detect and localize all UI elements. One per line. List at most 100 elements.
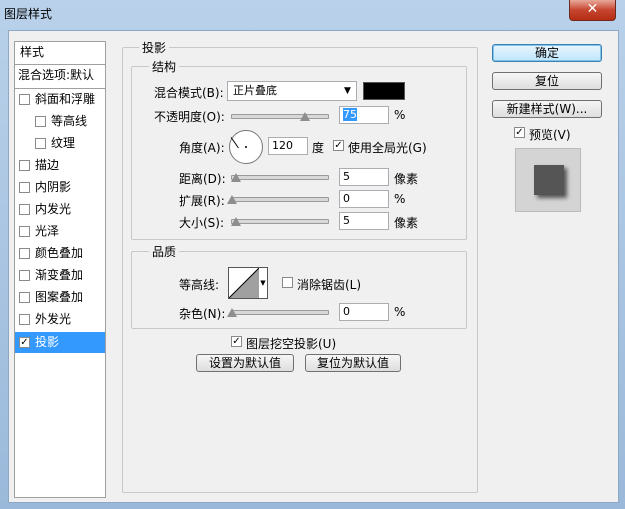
contour-dropdown-arrow[interactable]: ▼ (259, 267, 268, 299)
structure-title: 结构 (149, 58, 180, 75)
style-item-label: 投影 (35, 335, 60, 349)
opacity-slider[interactable] (231, 114, 329, 119)
contour-label: 等高线: (179, 278, 220, 292)
reset-button[interactable]: 复位 (492, 72, 602, 90)
style-item-label: 光泽 (35, 224, 60, 238)
shadow-color-swatch[interactable] (363, 82, 405, 100)
style-item-inner-shadow[interactable]: 内阴影 (15, 177, 105, 198)
outer-glow-checkbox[interactable] (19, 314, 30, 325)
style-item-label: 斜面和浮雕 (35, 92, 96, 106)
style-item-label: 内发光 (35, 202, 72, 216)
dialog-body: 样式 混合选项:默认 斜面和浮雕 等高线 纹理 描边 内阴影 内发光 光泽 颜色… (8, 30, 619, 503)
size-unit: 像素 (394, 216, 419, 230)
quality-title: 品质 (149, 243, 180, 260)
chevron-down-icon: ▼ (344, 86, 351, 96)
style-item-inner-glow[interactable]: 内发光 (15, 199, 105, 220)
new-style-button[interactable]: 新建样式(W)... (492, 100, 602, 118)
reset-default-button[interactable]: 复位为默认值 (305, 354, 401, 372)
opacity-slider-handle[interactable] (300, 112, 310, 121)
style-item-satin[interactable]: 光泽 (15, 221, 105, 242)
spread-label: 扩展(R): (179, 194, 225, 208)
angle-dial-needle (230, 137, 239, 149)
pattern-overlay-checkbox[interactable] (19, 292, 30, 303)
style-item-drop-shadow[interactable]: ✓ 投影 (15, 332, 105, 353)
noise-unit: % (394, 305, 406, 319)
style-item-label: 渐变叠加 (35, 268, 84, 282)
satin-checkbox[interactable] (19, 226, 30, 237)
spread-slider[interactable] (231, 197, 329, 202)
drop-shadow-title: 投影 (139, 39, 170, 56)
blend-mode-value: 正片叠底 (233, 84, 277, 97)
style-item-label: 内阴影 (35, 180, 72, 194)
gradient-overlay-checkbox[interactable] (19, 270, 30, 281)
style-item-pattern-overlay[interactable]: 图案叠加 (15, 287, 105, 308)
style-item-label: 描边 (35, 158, 60, 172)
knockout-label: 图层挖空投影(U) (246, 337, 337, 351)
ok-button[interactable]: 确定 (492, 44, 602, 62)
blend-mode-label: 混合模式(B): (154, 86, 224, 100)
blend-options-item[interactable]: 混合选项:默认 (15, 65, 105, 86)
angle-input[interactable]: 120 (268, 137, 308, 155)
color-overlay-checkbox[interactable] (19, 248, 30, 259)
window-title: 图层样式 (4, 7, 53, 21)
style-item-color-overlay[interactable]: 颜色叠加 (15, 243, 105, 264)
style-item-texture[interactable]: 纹理 (15, 133, 105, 154)
style-item-label: 纹理 (51, 136, 76, 150)
style-item-label: 外发光 (35, 312, 72, 326)
style-item-contour[interactable]: 等高线 (15, 111, 105, 132)
preview-checkbox[interactable]: ✓ (514, 127, 525, 138)
knockout-checkbox[interactable]: ✓ (231, 336, 242, 347)
opacity-value: 75 (343, 108, 357, 121)
style-item-label: 颜色叠加 (35, 246, 84, 260)
inner-glow-checkbox[interactable] (19, 204, 30, 215)
style-item-label: 图案叠加 (35, 290, 84, 304)
opacity-label: 不透明度(O): (154, 110, 225, 124)
distance-input[interactable]: 5 (339, 168, 389, 186)
styles-list: 样式 混合选项:默认 斜面和浮雕 等高线 纹理 描边 内阴影 内发光 光泽 颜色… (14, 41, 106, 498)
size-slider-handle[interactable] (231, 217, 241, 226)
angle-dial-center (245, 146, 247, 148)
drop-shadow-checkbox[interactable]: ✓ (19, 337, 30, 348)
style-item-label: 等高线 (51, 114, 88, 128)
degree-unit: 度 (312, 141, 325, 155)
bevel-emboss-checkbox[interactable] (19, 94, 30, 105)
opacity-input[interactable]: 75 (339, 106, 389, 124)
style-item-stroke[interactable]: 描边 (15, 155, 105, 176)
spread-slider-handle[interactable] (227, 195, 237, 204)
spread-input[interactable]: 0 (339, 190, 389, 208)
distance-slider[interactable] (231, 175, 329, 180)
global-light-label: 使用全局光(G) (348, 141, 427, 155)
styles-header[interactable]: 样式 (15, 42, 110, 63)
noise-slider-handle[interactable] (227, 308, 237, 317)
close-button[interactable]: ✕ (569, 0, 616, 21)
layer-style-dialog: 图层样式 ✕ 样式 混合选项:默认 斜面和浮雕 等高线 纹理 描边 内阴影 内发… (0, 0, 625, 509)
preview-label: 预览(V) (529, 128, 571, 142)
style-item-outer-glow[interactable]: 外发光 (15, 309, 105, 330)
make-default-button[interactable]: 设置为默认值 (196, 354, 294, 372)
noise-label: 杂色(N): (179, 307, 226, 321)
spread-unit: % (394, 192, 406, 206)
size-label: 大小(S): (179, 216, 225, 230)
opacity-percent: % (394, 108, 406, 122)
distance-slider-handle[interactable] (231, 173, 241, 182)
distance-label: 距离(D): (179, 172, 226, 186)
title-bar[interactable]: 图层样式 ✕ (0, 0, 625, 26)
contour-checkbox[interactable] (35, 116, 46, 127)
inner-shadow-checkbox[interactable] (19, 182, 30, 193)
texture-checkbox[interactable] (35, 138, 46, 149)
noise-slider[interactable] (231, 310, 329, 315)
style-item-bevel-emboss[interactable]: 斜面和浮雕 (15, 89, 105, 110)
size-slider[interactable] (231, 219, 329, 224)
stroke-checkbox[interactable] (19, 160, 30, 171)
blend-mode-select[interactable]: 正片叠底 ▼ (227, 81, 357, 101)
antialias-checkbox[interactable] (282, 277, 293, 288)
angle-dial[interactable] (229, 130, 263, 164)
angle-label: 角度(A): (179, 141, 225, 155)
style-item-gradient-overlay[interactable]: 渐变叠加 (15, 265, 105, 286)
noise-input[interactable]: 0 (339, 303, 389, 321)
size-input[interactable]: 5 (339, 212, 389, 230)
global-light-checkbox[interactable]: ✓ (333, 140, 344, 151)
contour-picker[interactable] (228, 267, 260, 299)
distance-unit: 像素 (394, 172, 419, 186)
preview-swatch (534, 165, 564, 195)
